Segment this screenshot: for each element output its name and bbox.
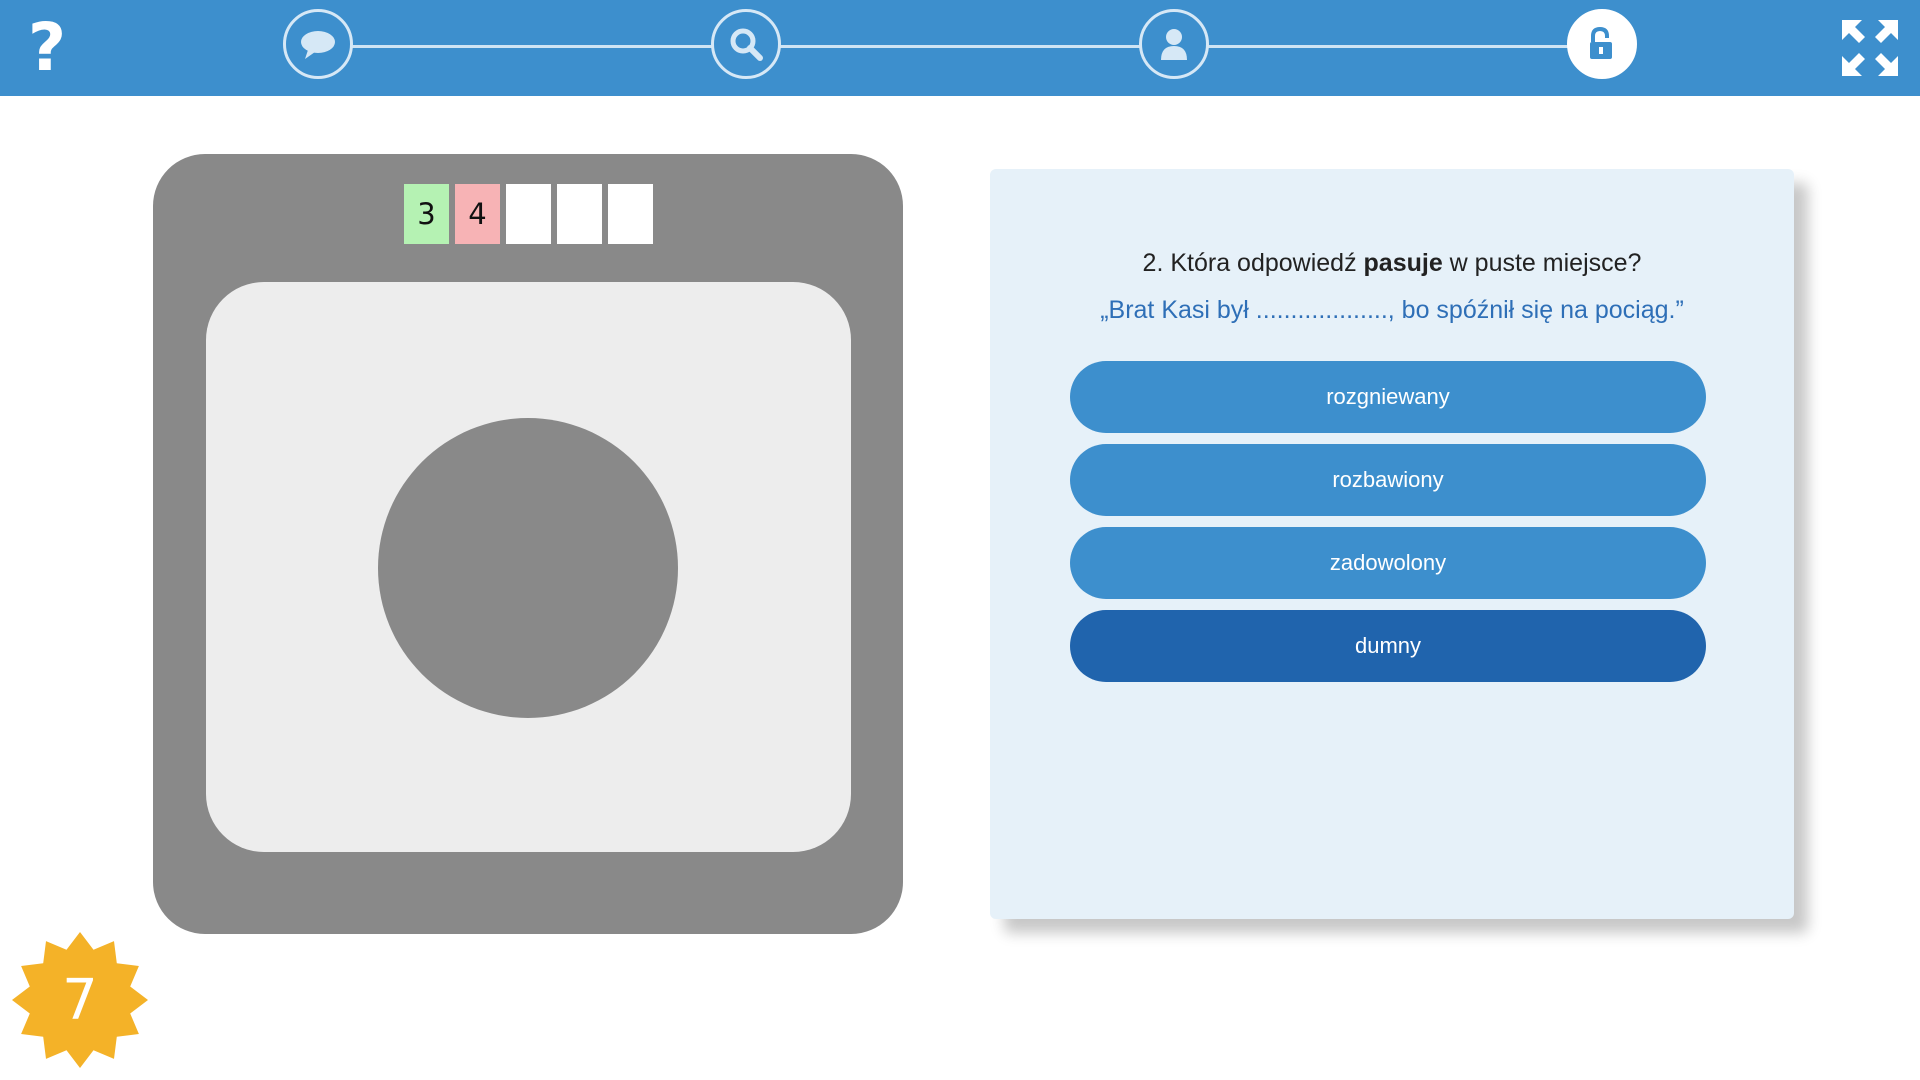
question-prefix: 2. Która odpowiedź — [1142, 249, 1364, 277]
speech-bubble-icon — [301, 31, 335, 59]
badge-value: 7 — [62, 967, 98, 1033]
code-slot-5 — [608, 184, 653, 244]
answer-list: rozgniewany rozbawiony zadowolony dumny — [1070, 361, 1706, 693]
question-suffix: w puste miejsce? — [1442, 249, 1642, 277]
step-unlock[interactable] — [1567, 9, 1637, 79]
answer-button[interactable]: rozgniewany — [1070, 361, 1706, 433]
progress-line — [318, 45, 1604, 48]
code-slot-3 — [506, 184, 551, 244]
magnifier-icon — [730, 28, 763, 61]
step-speech[interactable] — [283, 9, 353, 79]
question-bold: pasuje — [1363, 249, 1443, 277]
step-search[interactable] — [711, 9, 781, 79]
fullscreen-arrows-icon — [1842, 20, 1898, 76]
fullscreen-button[interactable] — [1840, 18, 1900, 78]
question-sentence: „Brat Kasi był ..................., bo s… — [1100, 296, 1684, 324]
code-slots: 3 4 — [404, 184, 653, 244]
answer-button[interactable]: zadowolony — [1070, 527, 1706, 599]
code-slot-1: 3 — [404, 184, 449, 244]
device-screen — [206, 282, 851, 852]
code-slot-2: 4 — [455, 184, 500, 244]
code-slot-4 — [557, 184, 602, 244]
step-user[interactable] — [1139, 9, 1209, 79]
question-text: 2. Która odpowiedź pasuje w puste miejsc… — [990, 249, 1794, 278]
answer-button[interactable]: rozbawiony — [1070, 444, 1706, 516]
code-device-panel: 3 4 — [153, 154, 903, 934]
top-toolbar: ? — [0, 0, 1920, 96]
level-badge: 7 — [10, 930, 150, 1070]
quiz-card: 2. Która odpowiedź pasuje w puste miejsc… — [990, 169, 1794, 919]
screen-circle — [378, 418, 678, 718]
user-icon — [1161, 29, 1187, 60]
answer-button-selected[interactable]: dumny — [1070, 610, 1706, 682]
unlock-icon — [1590, 27, 1612, 59]
help-button[interactable]: ? — [22, 14, 72, 82]
